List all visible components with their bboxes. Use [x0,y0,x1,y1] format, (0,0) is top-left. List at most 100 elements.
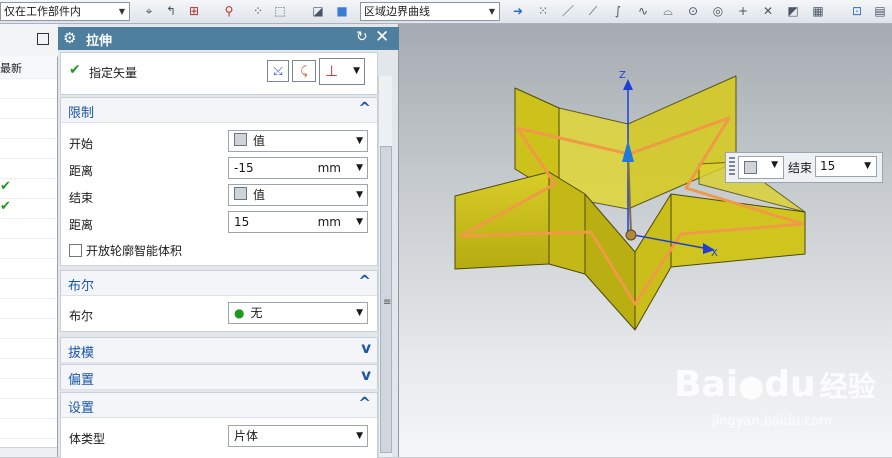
intersect-icon[interactable]: ✕ [760,3,776,20]
start-distance-input[interactable]: -15 mm ▼ [228,157,368,179]
vector-type-dropdown[interactable]: ⊥ ▼ [319,58,365,85]
offset-section: 偏置 v [60,364,378,390]
limit-type-dropdown[interactable]: ▼ [738,156,784,179]
end-distance-label: 距离 [69,218,94,232]
chevron-up-icon[interactable]: ^ [358,272,371,290]
start-type-select[interactable]: 值 ▼ [228,130,368,152]
paw-icon: ● [738,369,765,404]
snap-icon[interactable]: ⌖ [141,3,157,20]
extrude-dialog: ⚙ 拉伸 ↻ ✕ ✔ 指定矢量 ⤩ ⤹ ⊥ ▼ 限制 ^ 开始 值 ▼ 距离 -… [58,24,399,458]
chevron-down-icon[interactable]: v [361,366,371,384]
settings-section: 设置 ^ 体类型 片体 ▼ [60,392,378,458]
list-item[interactable] [0,378,57,399]
graphics-viewport[interactable]: Z X ▼ 结束 15 ▼ Bai●du 经验 jingyan.baidu.com [399,24,892,457]
selection-mode-icon[interactable]: ⁘ [250,3,266,20]
end-distance-input[interactable]: 15 mm ▼ [228,211,368,233]
chevron-down-icon[interactable]: ▼ [115,3,129,20]
point-select-icon[interactable]: ⊞ [186,3,202,20]
boolean-header[interactable]: 布尔 ^ [61,271,377,296]
eraser-icon[interactable]: ◪ [310,3,326,20]
watermark-brand-b: du [764,364,816,405]
scrollbar-thumb[interactable]: ≡ [380,146,392,453]
chevron-down-icon: ▼ [353,66,360,76]
list-item[interactable] [0,78,57,99]
solid-body-icon[interactable]: ■ [334,3,350,20]
curve-icon[interactable]: ∫ [610,3,626,20]
drag-handle-icon [625,229,637,241]
onscreen-input-box: ▼ 结束 15 ▼ [725,152,883,183]
list-item[interactable] [0,278,57,299]
boolean-title: 布尔 [68,279,95,294]
list-item[interactable] [0,118,57,139]
list-item[interactable] [0,218,57,239]
reverse-direction-icon[interactable]: ⤩ [267,60,289,82]
start-distance-label: 距离 [69,164,94,178]
offset-header[interactable]: 偏置 v [61,365,377,390]
body-type-select[interactable]: 片体 ▼ [228,425,368,447]
vector-dialog-icon[interactable]: ⤹ [292,60,316,82]
face-icon[interactable]: ◩ [785,3,801,20]
start-distance-value: -15 [234,161,254,175]
magnet-icon[interactable]: ⚲ [221,3,237,20]
gear-icon[interactable]: ⚙ [63,29,76,47]
open-profile-checkbox[interactable] [69,244,82,257]
limits-header[interactable]: 限制 ^ [61,98,377,123]
arc-icon[interactable]: ⌓ [660,3,676,20]
list-item[interactable] [0,298,57,319]
list-item[interactable] [0,238,57,259]
scatter-points-icon[interactable]: ⁙ [535,3,551,20]
spline-icon[interactable]: ∿ [635,3,651,20]
boolean-select[interactable]: ● 无 ▼ [228,302,368,324]
chevron-up-icon[interactable]: ^ [358,394,371,412]
maximize-icon[interactable] [37,33,49,45]
chevron-up-icon[interactable]: ^ [358,99,371,117]
list-item[interactable] [0,318,57,339]
list-item[interactable]: ✔ [0,198,57,219]
dialog-scrollbar[interactable]: ≡ [378,76,392,457]
circle-target-icon[interactable]: ◎ [710,3,726,20]
selection-filter-combo[interactable]: 仅在工作部件内 ▼ [0,2,130,21]
list-item[interactable] [0,158,57,179]
baidu-watermark: Bai●du 经验 jingyan.baidu.com [674,364,884,444]
select-feature-icon[interactable]: ↰ [163,3,179,20]
curve-rule-combo[interactable]: 区域边界曲线 ▼ [360,2,500,21]
grid-icon[interactable]: ▦ [810,3,826,20]
close-icon[interactable]: ✕ [375,27,389,47]
chevron-down-icon[interactable]: v [361,339,371,357]
chevron-down-icon[interactable]: ▼ [485,3,499,20]
end-type-select[interactable]: 值 ▼ [228,184,368,206]
specify-vector-label: 指定矢量 [89,66,138,80]
settings-title: 设置 [68,401,95,416]
list-item[interactable] [0,258,57,279]
horizontal-scrollbar[interactable] [0,447,57,457]
circle-center-icon[interactable]: ⊙ [685,3,701,20]
drag-grip-icon[interactable] [729,157,735,177]
x-axis-label: X [711,248,718,259]
list-item[interactable] [0,358,57,379]
list-item[interactable] [0,418,57,439]
list-item[interactable] [0,98,57,119]
latest-column-label: 最新 [0,62,22,75]
list-item[interactable] [0,338,57,359]
print-icon[interactable]: ▤ [872,3,888,20]
list-item[interactable] [0,398,57,419]
arrow-right-icon[interactable]: ➜ [510,3,526,20]
plus-icon[interactable]: + [735,3,751,20]
draft-section: 拔模 v [60,337,378,363]
value-cube-icon [744,161,757,174]
value-cube-icon [234,133,247,146]
line-icon[interactable]: ／ [560,3,576,20]
value-cube-icon [234,187,247,200]
watermark-url: jingyan.baidu.com [712,414,832,429]
navigator-header [0,24,58,57]
watermark-brand-c: 经验 [819,370,876,403]
float-end-input[interactable]: 15 ▼ [815,156,877,177]
list-item[interactable] [0,138,57,159]
line-tangent-icon[interactable]: ⟋ [585,3,601,20]
zoom-window-icon[interactable]: ⊡ [849,3,865,20]
rectangle-select-icon[interactable]: ⬚ [272,3,288,20]
list-item[interactable]: ✔ [0,178,57,199]
settings-header[interactable]: 设置 ^ [61,393,377,418]
draft-header[interactable]: 拔模 v [61,338,377,363]
reset-icon[interactable]: ↻ [356,29,368,45]
